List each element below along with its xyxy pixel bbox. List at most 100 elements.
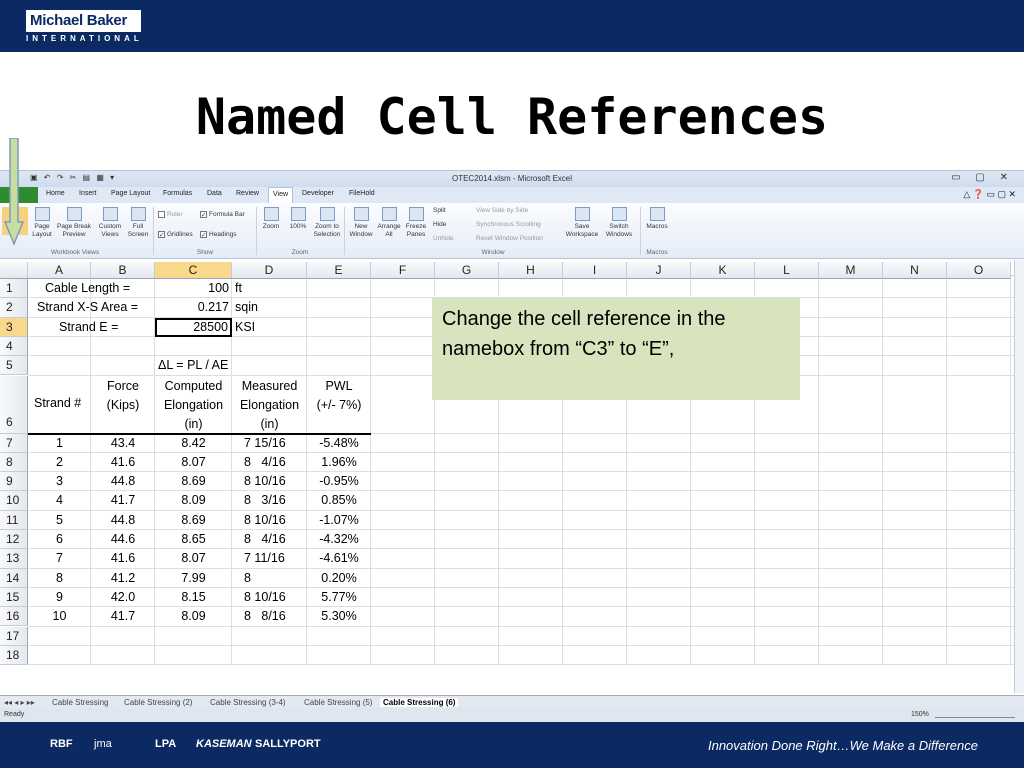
row-header-5[interactable]: 5: [0, 356, 28, 376]
measured-elongation[interactable]: 8 10/16: [235, 590, 304, 604]
row-header-8[interactable]: 8: [0, 452, 28, 473]
force-value[interactable]: 44.8: [94, 474, 152, 488]
row-header-15[interactable]: 15: [0, 587, 28, 608]
sheet-tab[interactable]: Cable Stressing: [52, 698, 108, 707]
row-header-3[interactable]: 3: [0, 317, 28, 337]
row-header-1[interactable]: 1: [0, 279, 28, 299]
row-header-4[interactable]: 4: [0, 336, 28, 357]
row-header-10[interactable]: 10: [0, 491, 28, 511]
strand-number[interactable]: 5: [31, 513, 88, 527]
cell-d1[interactable]: ft: [235, 281, 304, 295]
measured-elongation[interactable]: 8 10/16: [235, 474, 304, 488]
pwl-value[interactable]: 1.96%: [310, 455, 368, 469]
synchronous-scrolling-button[interactable]: Synchronous Scrolling: [476, 221, 541, 229]
cell-c2[interactable]: 0.217: [158, 300, 229, 314]
row-header-6[interactable]: 6: [0, 375, 28, 434]
force-value[interactable]: 41.7: [94, 609, 152, 623]
cell-c5[interactable]: ΔL = PL / AE: [158, 358, 298, 372]
page-layout-button[interactable]: Page Layout: [31, 207, 53, 239]
computed-elongation[interactable]: 8.69: [158, 513, 229, 527]
header-strand[interactable]: Strand #: [34, 396, 94, 410]
cell-d3[interactable]: KSI: [235, 320, 304, 334]
computed-elongation[interactable]: 8.42: [158, 436, 229, 450]
window-controls[interactable]: ▭ ▢ ✕: [951, 172, 1014, 183]
strand-number[interactable]: 7: [31, 551, 88, 565]
pwl-value[interactable]: 0.85%: [310, 493, 368, 507]
tab-home[interactable]: Home: [46, 190, 65, 197]
cell-a3[interactable]: Strand E =: [31, 320, 161, 334]
measured-elongation[interactable]: 7 15/16: [235, 436, 304, 450]
header-pwl[interactable]: PWL (+/- 7%): [307, 377, 371, 415]
split-button[interactable]: Split: [433, 207, 446, 215]
computed-elongation[interactable]: 8.09: [158, 609, 229, 623]
measured-elongation[interactable]: 7 11/16: [235, 551, 304, 565]
strand-number[interactable]: 10: [31, 609, 88, 623]
computed-elongation[interactable]: 8.15: [158, 590, 229, 604]
measured-elongation[interactable]: 8 8/16: [235, 609, 304, 623]
vertical-scrollbar[interactable]: [1014, 260, 1024, 693]
row-header-14[interactable]: 14: [0, 568, 28, 588]
column-header-b[interactable]: B: [91, 262, 155, 279]
cell-a2[interactable]: Strand X-S Area =: [31, 300, 161, 314]
computed-elongation[interactable]: 8.69: [158, 474, 229, 488]
column-header-n[interactable]: N: [883, 262, 947, 279]
zoom-slider[interactable]: [935, 710, 1015, 718]
computed-elongation[interactable]: 8.07: [158, 551, 229, 565]
measured-elongation[interactable]: 8 3/16: [235, 493, 304, 507]
pwl-value[interactable]: -1.07%: [310, 513, 368, 527]
pwl-value[interactable]: -4.61%: [310, 551, 368, 565]
pwl-value[interactable]: -0.95%: [310, 474, 368, 488]
save-workspace-button[interactable]: Save Workspace: [564, 207, 600, 239]
select-all-corner[interactable]: [0, 262, 28, 279]
zoom-100-button[interactable]: 100%: [287, 207, 309, 231]
force-value[interactable]: 41.6: [94, 455, 152, 469]
strand-number[interactable]: 3: [31, 474, 88, 488]
force-value[interactable]: 41.7: [94, 493, 152, 507]
computed-elongation[interactable]: 7.99: [158, 571, 229, 585]
header-measured-elongation[interactable]: Measured Elongation (in): [232, 377, 307, 434]
strand-number[interactable]: 4: [31, 493, 88, 507]
row-header-11[interactable]: 11: [0, 510, 28, 530]
freeze-panes-button[interactable]: Freeze Panes: [403, 207, 429, 239]
row-header-17[interactable]: 17: [0, 626, 28, 646]
column-header-k[interactable]: K: [691, 262, 755, 279]
arrange-all-button[interactable]: Arrange All: [376, 207, 402, 239]
force-value[interactable]: 44.6: [94, 532, 152, 546]
zoom-level[interactable]: 150%: [911, 711, 929, 718]
ruler-checkbox[interactable]: Ruler: [158, 211, 183, 219]
sheet-tab[interactable]: Cable Stressing (5): [304, 698, 372, 707]
header-force[interactable]: Force (Kips): [91, 377, 155, 415]
force-value[interactable]: 43.4: [94, 436, 152, 450]
cell-a1[interactable]: Cable Length =: [31, 281, 161, 295]
reset-window-position-button[interactable]: Reset Window Position: [476, 235, 543, 243]
row-header-2[interactable]: 2: [0, 298, 28, 318]
gridlines-checkbox[interactable]: ✓ Gridlines: [158, 231, 193, 239]
sheet-tab[interactable]: Cable Stressing (3-4): [210, 698, 286, 707]
strand-number[interactable]: 6: [31, 532, 88, 546]
column-header-c[interactable]: C: [155, 262, 232, 279]
pwl-value[interactable]: 0.20%: [310, 571, 368, 585]
column-header-a[interactable]: A: [28, 262, 91, 279]
column-header-l[interactable]: L: [755, 262, 819, 279]
row-header-18[interactable]: 18: [0, 645, 28, 666]
cell-d2[interactable]: sqin: [235, 300, 304, 314]
strand-number[interactable]: 2: [31, 455, 88, 469]
pwl-value[interactable]: -4.32%: [310, 532, 368, 546]
headings-checkbox[interactable]: ✓ Headings: [200, 231, 236, 239]
page-break-preview-button[interactable]: Page Break Preview: [56, 207, 92, 239]
full-screen-button[interactable]: Full Screen: [126, 207, 150, 239]
strand-number[interactable]: 9: [31, 590, 88, 604]
column-header-i[interactable]: I: [563, 262, 627, 279]
column-header-m[interactable]: M: [819, 262, 883, 279]
measured-elongation[interactable]: 8 4/16: [235, 455, 304, 469]
computed-elongation[interactable]: 8.09: [158, 493, 229, 507]
tab-formulas[interactable]: Formulas: [163, 190, 192, 197]
switch-windows-button[interactable]: Switch Windows: [602, 207, 636, 239]
row-header-16[interactable]: 16: [0, 607, 28, 627]
strand-number[interactable]: 8: [31, 571, 88, 585]
force-value[interactable]: 41.2: [94, 571, 152, 585]
column-header-d[interactable]: D: [232, 262, 307, 279]
unhide-button[interactable]: Unhide: [433, 235, 454, 243]
view-side-by-side-button[interactable]: View Side by Side: [476, 207, 528, 215]
column-header-h[interactable]: H: [499, 262, 563, 279]
